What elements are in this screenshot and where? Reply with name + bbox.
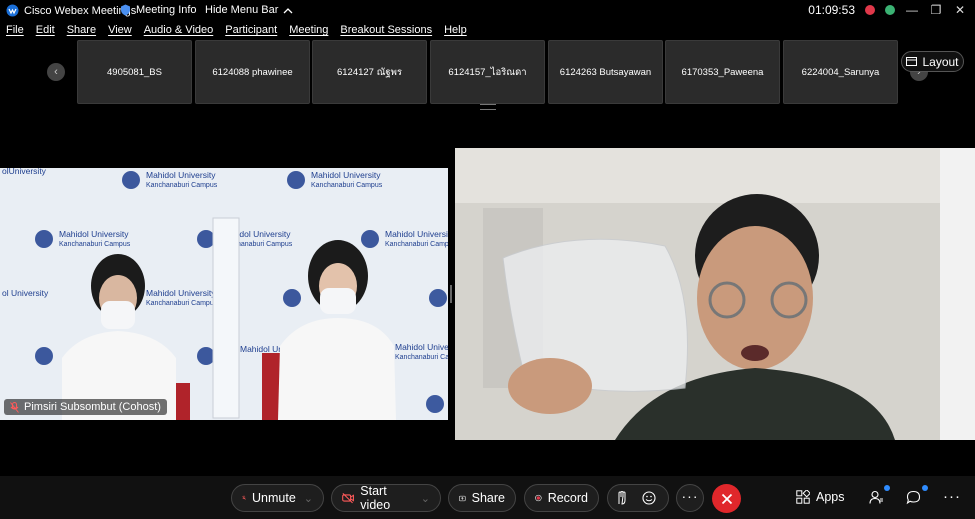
svg-text:Kanchanaburi Campus: Kanchanaburi Campus bbox=[395, 354, 448, 361]
svg-text:Mahidol University: Mahidol University bbox=[146, 170, 216, 180]
pane-divider-handle[interactable] bbox=[450, 285, 452, 303]
start-video-label: Start video bbox=[360, 484, 391, 512]
chat-icon bbox=[906, 490, 921, 505]
app-title: Cisco Webex Meetings bbox=[6, 4, 136, 17]
menu-view[interactable]: View bbox=[102, 24, 138, 40]
more-icon: ··· bbox=[681, 487, 699, 504]
participant-name: 6124088 phawinee bbox=[212, 66, 293, 78]
participant-name: 6170353_Paweena bbox=[681, 66, 764, 78]
title-bar: Cisco Webex Meetings Meeting Info Hide M… bbox=[0, 0, 975, 22]
menu-meeting[interactable]: Meeting bbox=[283, 24, 334, 40]
shield-icon bbox=[121, 4, 130, 16]
notification-dot bbox=[922, 485, 928, 491]
participant-tile[interactable]: 6224004_Sarunya bbox=[783, 40, 898, 104]
share-icon bbox=[459, 495, 466, 501]
menu-bar: File Edit Share View Audio & Video Parti… bbox=[0, 24, 473, 40]
svg-text:Kanchanaburi Campus: Kanchanaburi Campus bbox=[146, 300, 218, 307]
svg-text:Kanchanaburi Campus: Kanchanaburi Campus bbox=[146, 182, 218, 189]
participant-tile[interactable]: 4905081_BS bbox=[77, 40, 192, 104]
raise-hand-icon[interactable] bbox=[616, 491, 628, 505]
webex-logo-icon bbox=[6, 4, 19, 17]
participant-name: 6124263 Butsayawan bbox=[559, 66, 652, 78]
unmute-label: Unmute bbox=[252, 491, 296, 505]
participant-tile[interactable]: 6170353_Paweena bbox=[665, 40, 780, 104]
network-status-icon bbox=[885, 5, 895, 15]
participants-icon bbox=[869, 490, 883, 504]
menu-share[interactable]: Share bbox=[61, 24, 102, 40]
apps-label: Apps bbox=[816, 490, 845, 504]
svg-text:Mahidol University: Mahidol University bbox=[146, 288, 216, 298]
menu-edit[interactable]: Edit bbox=[30, 24, 61, 40]
menu-help[interactable]: Help bbox=[438, 24, 473, 40]
participant-tile[interactable]: 6124088 phawinee bbox=[195, 40, 310, 104]
more-options-button[interactable]: ··· bbox=[676, 484, 704, 512]
layout-icon bbox=[906, 57, 918, 66]
meeting-timer: 01:09:53 bbox=[808, 3, 855, 17]
participant-name-badge: Pimsiri Subsombut (Cohost) bbox=[4, 399, 167, 415]
video-feed-image bbox=[455, 148, 975, 440]
close-window-icon[interactable]: ✕ bbox=[953, 3, 967, 17]
svg-text:Kanchanaburi Campus: Kanchanaburi Campus bbox=[311, 182, 383, 189]
svg-text:Kanchanaburi Campus: Kanchanaburi Campus bbox=[59, 241, 131, 248]
participant-name: 6124127 ณัฐพร bbox=[336, 66, 403, 78]
more-icon: ··· bbox=[943, 488, 961, 505]
svg-text:Mahidol University: Mahidol University bbox=[385, 229, 448, 239]
more-panels-button[interactable]: ··· bbox=[943, 488, 961, 505]
unmute-button[interactable]: Unmute ⌄ bbox=[231, 484, 324, 512]
layout-label: Layout bbox=[922, 54, 959, 69]
menu-audio-video[interactable]: Audio & Video bbox=[138, 24, 220, 40]
minimize-icon[interactable]: — bbox=[905, 3, 919, 17]
svg-text:Mahidol University: Mahidol University bbox=[311, 170, 381, 180]
video-off-icon bbox=[342, 493, 354, 504]
participant-tile[interactable]: 6124157_ไอริณดา bbox=[430, 40, 545, 104]
layout-button[interactable]: Layout bbox=[901, 51, 964, 72]
menu-participant[interactable]: Participant bbox=[219, 24, 283, 40]
meeting-controls-toolbar: Unmute ⌄ Start video ⌄ Share Record ··· … bbox=[0, 476, 975, 519]
svg-text:Mahidol University: Mahidol University bbox=[59, 229, 129, 239]
participant-name: 6224004_Sarunya bbox=[801, 66, 880, 78]
meeting-info-label: Meeting Info bbox=[136, 4, 197, 16]
video-feed-image: Mahidol University Kanchanaburi Campus Ma… bbox=[0, 168, 448, 420]
apps-icon bbox=[796, 490, 810, 504]
participant-name: 6124157_ไอริณดา bbox=[448, 66, 527, 78]
menu-breakout-sessions[interactable]: Breakout Sessions bbox=[334, 24, 438, 40]
restore-icon[interactable]: ❐ bbox=[929, 3, 943, 17]
apps-button[interactable]: Apps bbox=[796, 490, 845, 504]
meeting-info-button[interactable]: Meeting Info bbox=[120, 4, 197, 16]
share-label: Share bbox=[471, 491, 505, 505]
chevron-down-icon[interactable]: ⌄ bbox=[304, 492, 313, 505]
mic-muted-icon bbox=[242, 495, 246, 501]
video-pane-speaker[interactable] bbox=[455, 148, 975, 440]
video-pane-cohost[interactable]: Mahidol University Kanchanaburi Campus Ma… bbox=[0, 168, 448, 420]
close-icon bbox=[721, 493, 732, 504]
chat-button[interactable] bbox=[906, 490, 921, 505]
record-button[interactable]: Record bbox=[524, 484, 599, 512]
strip-prev-icon[interactable]: ‹ bbox=[47, 63, 65, 81]
muted-mic-icon bbox=[10, 401, 19, 413]
strip-resize-handle[interactable] bbox=[480, 104, 496, 110]
reactions-group bbox=[607, 484, 669, 512]
chevron-down-icon[interactable]: ⌄ bbox=[421, 492, 430, 505]
hide-menu-bar-button[interactable]: Hide Menu Bar bbox=[205, 4, 293, 16]
participant-name: 4905081_BS bbox=[107, 66, 162, 78]
recording-status-icon bbox=[865, 5, 875, 15]
participant-tile[interactable]: 6124263 Butsayawan bbox=[548, 40, 663, 104]
menu-file[interactable]: File bbox=[0, 24, 30, 40]
start-video-button[interactable]: Start video ⌄ bbox=[331, 484, 441, 512]
share-button[interactable]: Share bbox=[448, 484, 516, 512]
participant-tile[interactable]: 6124127 ณัฐพร bbox=[312, 40, 427, 104]
chevron-up-icon bbox=[283, 7, 293, 13]
notification-dot bbox=[884, 485, 890, 491]
emoji-reaction-icon[interactable] bbox=[642, 491, 656, 505]
participants-button[interactable] bbox=[869, 490, 884, 505]
svg-text:Mahidol University: Mahidol University bbox=[395, 342, 448, 352]
record-icon bbox=[535, 494, 542, 502]
hide-menu-bar-label: Hide Menu Bar bbox=[205, 4, 279, 16]
svg-text:olUniversity: olUniversity bbox=[2, 168, 47, 176]
svg-text:Kanchanaburi Campus: Kanchanaburi Campus bbox=[385, 241, 448, 248]
record-label: Record bbox=[547, 491, 588, 505]
cohost-name: Pimsiri Subsombut (Cohost) bbox=[24, 401, 161, 413]
svg-text:ol University: ol University bbox=[2, 288, 49, 298]
end-meeting-button[interactable] bbox=[712, 484, 741, 513]
